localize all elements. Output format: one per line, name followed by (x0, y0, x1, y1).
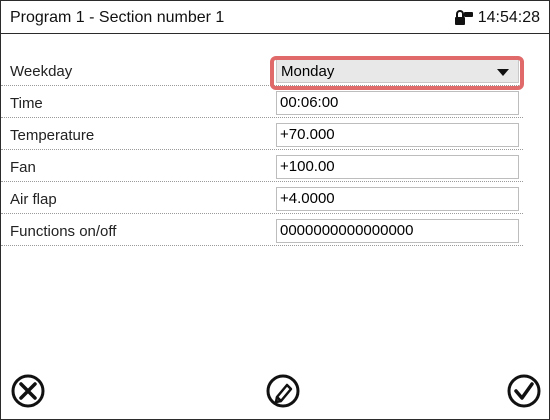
program-editor-screen: Program 1 - Section number 1 14:54:28 We… (0, 0, 550, 420)
checkmark-circle-icon[interactable] (506, 373, 542, 409)
time-field[interactable]: 00:06:00 (276, 91, 519, 115)
field-row-temperature: Temperature +70.000 (1, 120, 523, 150)
field-row-time: Time 00:06:00 (1, 88, 523, 118)
field-label: Time (10, 95, 43, 112)
chevron-down-icon (497, 69, 509, 76)
weekday-value: Monday (281, 63, 335, 80)
header-bar: Program 1 - Section number 1 14:54:28 (1, 1, 549, 34)
temperature-field[interactable]: +70.000 (276, 123, 519, 147)
field-label: Fan (10, 159, 36, 176)
field-row-fan: Fan +100.00 (1, 152, 523, 182)
air-flap-field[interactable]: +4.0000 (276, 187, 519, 211)
close-circle-icon[interactable] (10, 373, 46, 409)
field-row-functions: Functions on/off 0000000000000000 (1, 216, 523, 246)
pencil-circle-icon[interactable] (265, 373, 301, 409)
page-title: Program 1 - Section number 1 (10, 9, 225, 26)
field-row-air-flap: Air flap +4.0000 (1, 184, 523, 214)
functions-field[interactable]: 0000000000000000 (276, 219, 519, 243)
clock-time: 14:54:28 (477, 9, 540, 26)
weekday-select[interactable]: Monday (276, 59, 519, 83)
field-label: Air flap (10, 191, 57, 208)
lock-icon (454, 10, 473, 25)
field-label: Temperature (10, 127, 95, 144)
field-row-weekday: Weekday Monday (1, 56, 523, 86)
field-label: Functions on/off (10, 223, 117, 240)
status-clock: 14:54:28 (454, 9, 540, 27)
field-label: Weekday (10, 63, 73, 80)
fan-field[interactable]: +100.00 (276, 155, 519, 179)
